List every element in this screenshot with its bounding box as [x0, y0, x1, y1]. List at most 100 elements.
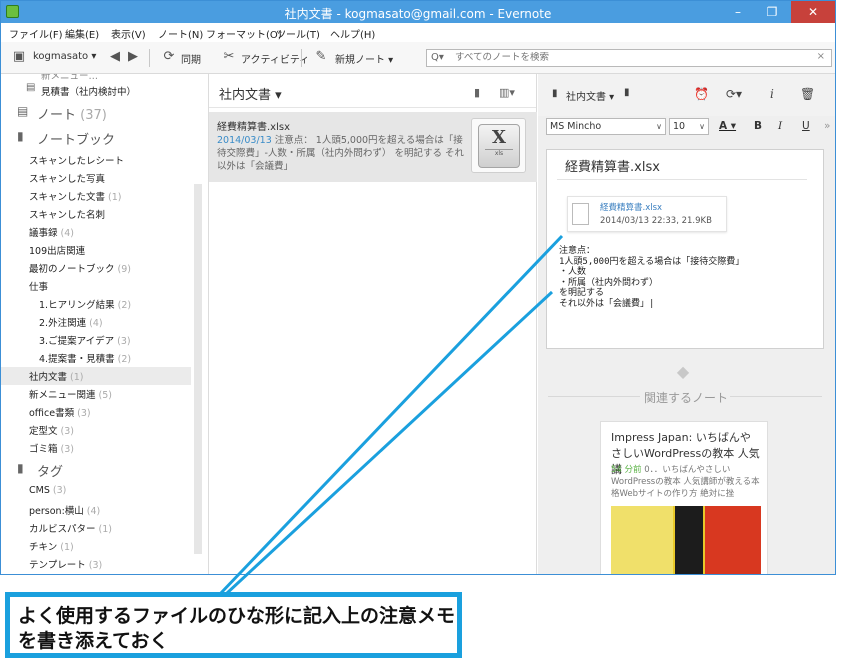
sidebar-tag-item[interactable]: チキン (1) — [29, 539, 74, 553]
note-list: 社内文書 ▾ ▮ ▥▾ 経費精算書.xlsx 2014/03/13 注意点： 1… — [209, 74, 537, 574]
sidebar-notebook-item[interactable]: 4.提案書・見積書 (2) — [39, 351, 131, 365]
italic-button[interactable]: I — [778, 120, 782, 132]
sidebar-notebook-item[interactable]: 定型文 (3) — [29, 423, 74, 437]
notebook-label: スキャンした文書 — [29, 192, 106, 203]
notebook-label: 仕事 — [29, 282, 49, 293]
note-memo-text[interactable]: 注意点： 1人頭5,000円を超える場合は「接待交際費」 ・人数 ・所属（社内外… — [559, 246, 819, 310]
related-note-time: 54 分前 — [611, 465, 642, 475]
menu-view[interactable]: 表示(V) — [111, 26, 146, 41]
notebook-label: office書類 — [29, 408, 75, 419]
sidebar-notebook-item[interactable]: 2.外注関連 (4) — [39, 315, 103, 329]
sidebar-shortcut-estimate[interactable]: 見積書（社内検討中） — [41, 84, 136, 98]
share-icon[interactable]: ⟳▾ — [726, 87, 742, 101]
notes-count: (37) — [80, 108, 107, 123]
sidebar-item-notebooks[interactable]: ノートブック — [37, 129, 115, 148]
activity-button[interactable]: アクティビティ — [241, 51, 309, 66]
back-arrow-icon[interactable]: ◀ — [107, 49, 123, 65]
annotation-box: よく使用するファイルのひな形に記入上の注意メモを書き添えておく — [7, 594, 460, 656]
notebook-icon: ▮ — [552, 88, 558, 99]
trash-icon[interactable]: 🗑 — [800, 87, 815, 101]
menu-help[interactable]: ヘルプ(H) — [330, 26, 375, 41]
clear-search-icon[interactable]: × — [817, 51, 825, 62]
activity-icon[interactable]: ✂ — [221, 49, 237, 65]
sidebar-partial-item[interactable]: 新メニュー… — [41, 74, 98, 82]
sidebar-notebook-item[interactable]: スキャンした文書 (1) — [29, 189, 122, 203]
sync-icon[interactable]: ⟳ — [161, 49, 177, 65]
notebook-label: 社内文書 — [29, 372, 68, 383]
sidebar-tag-item[interactable]: カルビスパター (1) — [29, 521, 112, 535]
close-button[interactable]: ✕ — [791, 1, 835, 23]
menu-edit[interactable]: 編集(E) — [65, 26, 99, 41]
tag-label: カルビスパター — [29, 524, 96, 535]
attachment-card[interactable]: 経費精算書.xlsx 2014/03/13 22:33, 21.9KB — [567, 196, 727, 232]
evernote-window: 社内文書 - kogmasato@gmail.com - Evernote – … — [0, 0, 836, 575]
new-note-button[interactable]: 新規ノート ▾ — [335, 51, 393, 66]
related-note-card[interactable]: Impress Japan: いちばんやさしいWordPressの教本 人気講 … — [600, 421, 768, 574]
book-cover-panel — [675, 506, 703, 574]
sidebar-item-notes[interactable]: ノート (37) — [37, 104, 107, 123]
excel-icon-ext: xls — [485, 149, 513, 157]
sidebar-notebook-item[interactable]: 議事録 (4) — [29, 225, 74, 239]
bold-button[interactable]: B — [754, 120, 762, 132]
account-menu[interactable]: kogmasato ▾ — [33, 51, 96, 62]
font-size-select[interactable]: 10 ∨ — [669, 118, 709, 135]
sidebar-notebook-item[interactable]: スキャンした写真 — [29, 171, 105, 185]
sidebar-notebook-item[interactable]: 3.ご提案アイデア (3) — [39, 333, 131, 347]
menu-tools[interactable]: ツール(T) — [276, 26, 320, 41]
notelist-notebook-selector[interactable]: 社内文書 ▾ — [219, 84, 282, 103]
new-note-icon[interactable]: ✎ — [313, 49, 329, 65]
info-icon[interactable]: i — [770, 87, 774, 101]
menu-format[interactable]: フォーマット(O) — [206, 26, 282, 41]
sidebar-tag-item[interactable]: CMS (3) — [29, 485, 66, 496]
sidebar-notebook-item[interactable]: office書類 (3) — [29, 405, 91, 419]
minimize-button[interactable]: – — [721, 1, 755, 23]
note-card-date: 2014/03/13 — [217, 135, 272, 146]
toolbar-divider — [301, 49, 302, 67]
note-card[interactable]: 経費精算書.xlsx 2014/03/13 注意点： 1人頭5,000円を超える… — [209, 112, 537, 182]
sidebar-scrollbar[interactable] — [194, 184, 202, 554]
maximize-button[interactable]: ❐ — [755, 1, 789, 23]
title-bar: 社内文書 - kogmasato@gmail.com - Evernote – … — [1, 1, 835, 23]
notebook-count: (4) — [89, 318, 103, 329]
annotation-callout: よく使用するファイルのひな形に記入上の注意メモを書き添えておく — [5, 592, 462, 658]
sidebar-notebook-item[interactable]: スキャンしたレシート — [29, 153, 124, 167]
note-title[interactable]: 経費精算書.xlsx — [565, 156, 660, 175]
share-icon[interactable]: ▮ — [474, 86, 480, 99]
search-input[interactable] — [455, 52, 815, 63]
sidebar-notebook-item[interactable]: スキャンした名刺 — [29, 207, 105, 221]
sidebar-notebook-item[interactable]: 109出店関連 — [29, 243, 85, 257]
window-title: 社内文書 - kogmasato@gmail.com - Evernote — [284, 7, 552, 21]
sidebar-tag-item[interactable]: テンプレート (3) — [29, 557, 102, 571]
sidebar-notebook-item[interactable]: 最初のノートブック (9) — [29, 261, 131, 275]
menu-file[interactable]: ファイル(F) — [9, 26, 63, 41]
font-color-button[interactable]: A ▾ — [719, 120, 736, 132]
new-note-label: 新規ノート — [335, 55, 385, 66]
sidebar-trash-item[interactable]: ゴミ箱 (3) — [29, 441, 74, 455]
account-name: kogmasato — [33, 51, 89, 62]
editor-notebook-selector[interactable]: 社内文書 ▾ — [566, 88, 614, 103]
sidebar-notebook-item[interactable]: 新メニュー関連 (5) — [29, 387, 112, 401]
tag-label: チキン — [29, 542, 58, 553]
related-note-image — [611, 506, 761, 574]
tag-count: (3) — [88, 560, 103, 571]
notebook-label: スキャンした写真 — [29, 174, 106, 185]
sidebar-notebook-stack[interactable]: 仕事 — [29, 279, 48, 293]
sidebar-tag-item[interactable]: person:横山 (4) — [29, 503, 100, 517]
sync-button[interactable]: 同期 — [181, 51, 201, 66]
sidebar-notebook-item[interactable]: 1.ヒアリング結果 (2) — [39, 297, 131, 311]
notebook-label: 3.ご提案アイデア — [39, 336, 115, 347]
reminder-icon[interactable]: ⏰ — [694, 87, 709, 101]
menu-note[interactable]: ノート(N) — [158, 26, 203, 41]
notebook-label: 4.提案書・見積書 — [39, 354, 115, 365]
view-options-icon[interactable]: ▥▾ — [499, 86, 515, 99]
attachment-name: 経費精算書.xlsx — [600, 203, 663, 213]
sidebar-item-tags[interactable]: タグ — [37, 461, 63, 480]
forward-arrow-icon[interactable]: ▶ — [125, 49, 141, 65]
font-family-select[interactable]: MS Mincho ∨ — [546, 118, 666, 135]
underline-button[interactable]: U — [802, 120, 810, 132]
tag-icon[interactable]: ▮ — [624, 87, 630, 98]
more-format-icon[interactable]: » — [824, 120, 830, 132]
search-box[interactable]: Q▾ × — [426, 49, 832, 67]
sidebar-notebook-item-selected[interactable]: 社内文書 (1) — [29, 369, 84, 383]
note-body[interactable]: 経費精算書.xlsx 経費精算書.xlsx 2014/03/13 22:33, … — [546, 149, 824, 349]
